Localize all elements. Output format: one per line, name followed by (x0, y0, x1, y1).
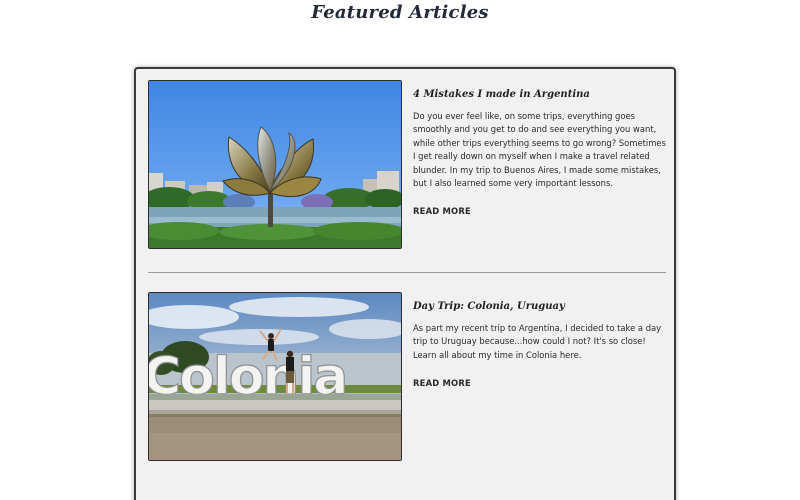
section-title: Featured Articles (311, 2, 489, 23)
article-title[interactable]: Day Trip: Colonia, Uruguay (413, 301, 669, 312)
article-divider (148, 272, 666, 273)
article-body: 4 Mistakes I made in Argentina Do you ev… (413, 89, 669, 218)
article-thumbnail-floral-sculpture[interactable] (148, 80, 402, 249)
featured-articles-panel: 4 Mistakes I made in Argentina Do you ev… (134, 67, 676, 500)
article-title[interactable]: 4 Mistakes I made in Argentina (413, 89, 669, 100)
article-body: Day Trip: Colonia, Uruguay As part my re… (413, 301, 669, 390)
article-excerpt: Do you ever feel like, on some trips, ev… (413, 111, 666, 189)
colonia-sign-image: Colonia (149, 293, 401, 460)
article-thumbnail-colonia-sign[interactable]: Colonia (148, 292, 402, 461)
floral-sculpture-image (149, 81, 401, 248)
read-more-link[interactable]: READ MORE (413, 378, 471, 388)
article-excerpt: As part my recent trip to Argentina, I d… (413, 323, 662, 360)
page: Featured Articles 4 Mistakes I made in A… (0, 0, 800, 500)
read-more-link[interactable]: READ MORE (413, 206, 471, 216)
